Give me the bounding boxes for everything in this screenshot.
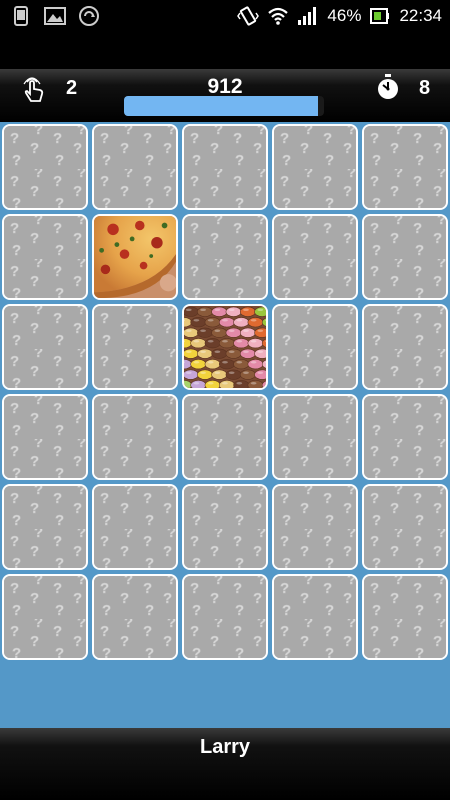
card-hidden[interactable] [182, 124, 268, 210]
question-mark-pattern-icon [274, 396, 356, 478]
card-hidden[interactable] [272, 394, 358, 480]
question-mark-pattern-icon [184, 576, 266, 658]
question-mark-pattern-icon [364, 126, 446, 208]
card-hidden[interactable] [272, 124, 358, 210]
question-mark-pattern-icon [274, 576, 356, 658]
card-hidden[interactable] [2, 304, 88, 390]
card-hidden[interactable] [272, 484, 358, 570]
card-hidden[interactable] [272, 304, 358, 390]
card-hidden[interactable] [92, 124, 178, 210]
card-hidden[interactable] [362, 574, 448, 660]
card-hidden[interactable] [362, 214, 448, 300]
game-header: 2 912 8 [0, 69, 450, 122]
player-name: Larry [199, 736, 251, 758]
question-mark-pattern-icon [274, 216, 356, 298]
card-hidden[interactable] [182, 484, 268, 570]
card-hidden[interactable] [362, 304, 448, 390]
sync-icon [78, 5, 100, 27]
card-revealed-candy[interactable] [182, 304, 268, 390]
question-mark-pattern-icon [274, 126, 356, 208]
card-hidden[interactable] [182, 214, 268, 300]
card-hidden[interactable] [362, 484, 448, 570]
stopwatch-icon [375, 73, 401, 101]
question-mark-pattern-icon [364, 306, 446, 388]
question-mark-pattern-icon [94, 576, 176, 658]
card-hidden[interactable] [272, 574, 358, 660]
top-spacer [0, 33, 450, 69]
question-mark-pattern-icon [4, 126, 86, 208]
question-mark-pattern-icon [4, 396, 86, 478]
card-hidden[interactable] [2, 574, 88, 660]
question-mark-pattern-icon [364, 486, 446, 568]
wifi-icon [267, 5, 289, 27]
question-mark-pattern-icon [4, 216, 86, 298]
card-hidden[interactable] [182, 574, 268, 660]
battery-percent: 46% [327, 6, 362, 25]
timer-counter: 8 [419, 77, 431, 99]
card-hidden[interactable] [362, 124, 448, 210]
progress-bar [124, 96, 324, 116]
card-hidden[interactable] [92, 484, 178, 570]
question-mark-pattern-icon [364, 216, 446, 298]
card-revealed-pizza[interactable] [92, 214, 178, 300]
battery-icon [369, 5, 391, 27]
question-mark-pattern-icon [4, 486, 86, 568]
game-board [0, 122, 450, 728]
card-hidden[interactable] [2, 124, 88, 210]
card-hidden[interactable] [2, 484, 88, 570]
card-hidden[interactable] [272, 214, 358, 300]
question-mark-pattern-icon [94, 126, 176, 208]
question-mark-pattern-icon [364, 576, 446, 658]
question-mark-pattern-icon [94, 306, 176, 388]
card-hidden[interactable] [92, 304, 178, 390]
clock: 22:34 [399, 6, 442, 25]
card-hidden[interactable] [92, 394, 178, 480]
status-bar: 46% 22:34 [0, 0, 450, 33]
question-mark-pattern-icon [364, 396, 446, 478]
question-mark-pattern-icon [184, 396, 266, 478]
progress-bar-fill [124, 96, 318, 116]
card-hidden[interactable] [92, 574, 178, 660]
question-mark-pattern-icon [184, 126, 266, 208]
question-mark-pattern-icon [274, 306, 356, 388]
player-footer: Larry [0, 728, 450, 800]
question-mark-pattern-icon [4, 576, 86, 658]
question-mark-pattern-icon [184, 486, 266, 568]
question-mark-pattern-icon [94, 486, 176, 568]
question-mark-pattern-icon [274, 486, 356, 568]
card-hidden[interactable] [182, 394, 268, 480]
card-hidden[interactable] [362, 394, 448, 480]
card-hidden[interactable] [2, 394, 88, 480]
signal-icon [297, 5, 319, 27]
vibrate-icon [237, 5, 260, 27]
question-mark-pattern-icon [4, 306, 86, 388]
question-mark-pattern-icon [94, 396, 176, 478]
image-icon [44, 5, 66, 27]
question-mark-pattern-icon [184, 216, 266, 298]
notification-icons [10, 5, 100, 27]
system-indicators: 46% 22:34 [237, 5, 442, 27]
card-hidden[interactable] [2, 214, 88, 300]
phone-icon [10, 5, 32, 27]
